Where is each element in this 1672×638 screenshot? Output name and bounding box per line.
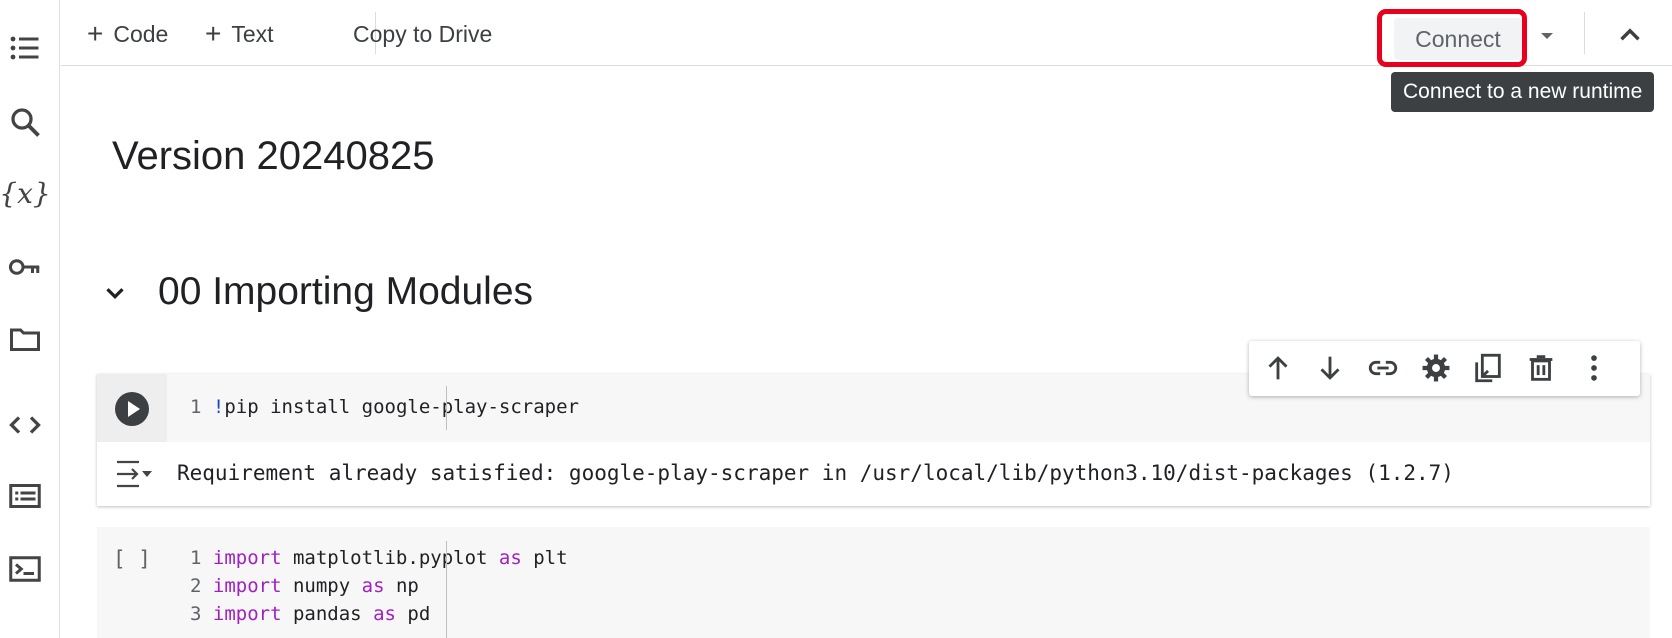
cell-toolbar: [1249, 341, 1640, 396]
chevron-up-icon[interactable]: [1613, 18, 1647, 52]
code-token: pd: [395, 603, 431, 625]
add-code-label: Code: [113, 20, 169, 47]
variables-icon[interactable]: {x}: [0, 172, 51, 214]
run-gutter: [97, 374, 167, 442]
code-token: numpy: [281, 575, 362, 597]
line-number: 1: [190, 396, 202, 418]
move-down-icon[interactable]: [1313, 351, 1347, 385]
line-number: 2: [190, 575, 202, 597]
add-code-button[interactable]: + Code: [87, 14, 168, 54]
add-text-label: Text: [231, 20, 274, 47]
code-token: pandas: [281, 603, 374, 625]
cell-output: Requirement already satisfied: google-pl…: [177, 461, 1454, 485]
code-token: !: [212, 396, 225, 418]
move-up-icon[interactable]: [1261, 351, 1295, 385]
line-number: 1: [190, 547, 202, 569]
terminal-icon[interactable]: [4, 548, 46, 590]
search-icon[interactable]: [4, 101, 46, 143]
code-token: as: [498, 547, 522, 569]
code-token: plt: [521, 547, 568, 569]
connect-button[interactable]: Connect: [1394, 18, 1522, 60]
code-token: import: [212, 547, 282, 569]
code-line: 3 import pandas as pd: [190, 603, 430, 625]
key-icon[interactable]: [4, 246, 46, 288]
plus-icon: +: [87, 18, 104, 49]
code-token: as: [373, 603, 396, 625]
delete-icon[interactable]: [1524, 351, 1558, 385]
code-line: 2 import numpy as np: [190, 575, 419, 597]
toc-icon[interactable]: [4, 27, 46, 69]
copy-to-drive-label: Copy to Drive: [353, 20, 493, 47]
tooltip: Connect to a new runtime: [1391, 72, 1655, 112]
code-token: matplotlib.pyplot: [281, 547, 499, 569]
run-cell-button[interactable]: [ ]: [113, 547, 151, 571]
text-cursor: [446, 541, 447, 638]
plus-icon: +: [205, 18, 222, 49]
text-cursor: [446, 386, 447, 430]
code-token: import: [212, 575, 282, 597]
command-palette-icon[interactable]: [4, 475, 46, 517]
code-token: as: [361, 575, 385, 597]
add-text-button[interactable]: + Text: [205, 14, 274, 54]
folder-icon[interactable]: [4, 318, 46, 360]
code-cell[interactable]: [ ] 1 import matplotlib.pyplot as plt 2 …: [97, 527, 1650, 638]
line-number: 3: [190, 603, 202, 625]
section-heading: 00 Importing Modules: [158, 270, 534, 313]
connect-options-dropdown-icon[interactable]: [1535, 24, 1559, 48]
connect-highlight-box: Connect: [1377, 9, 1527, 67]
more-icon[interactable]: [1577, 351, 1611, 385]
code-line: 1 import matplotlib.pyplot as plt: [190, 547, 568, 569]
code-token: import: [212, 603, 282, 625]
run-cell-button[interactable]: [115, 392, 149, 426]
chevron-down-icon[interactable]: [100, 278, 130, 308]
connect-label: Connect: [1415, 25, 1501, 52]
copy-to-drive-button[interactable]: Copy to Drive: [353, 14, 492, 54]
notebook-title: Version 20240825: [112, 134, 435, 178]
left-sidebar: {x}: [0, 0, 60, 638]
settings-icon[interactable]: [1419, 351, 1453, 385]
code-line: 1 !pip install google-play-scraper: [190, 396, 579, 418]
toolbar-divider: [1584, 12, 1585, 54]
output-actions-icon[interactable]: [113, 456, 153, 492]
code-token: np: [384, 575, 419, 597]
link-icon[interactable]: [1366, 351, 1400, 385]
code-snippets-icon[interactable]: [4, 404, 46, 446]
code-token: pip install google-play-scraper: [224, 396, 579, 418]
mirror-cell-icon[interactable]: [1471, 351, 1505, 385]
